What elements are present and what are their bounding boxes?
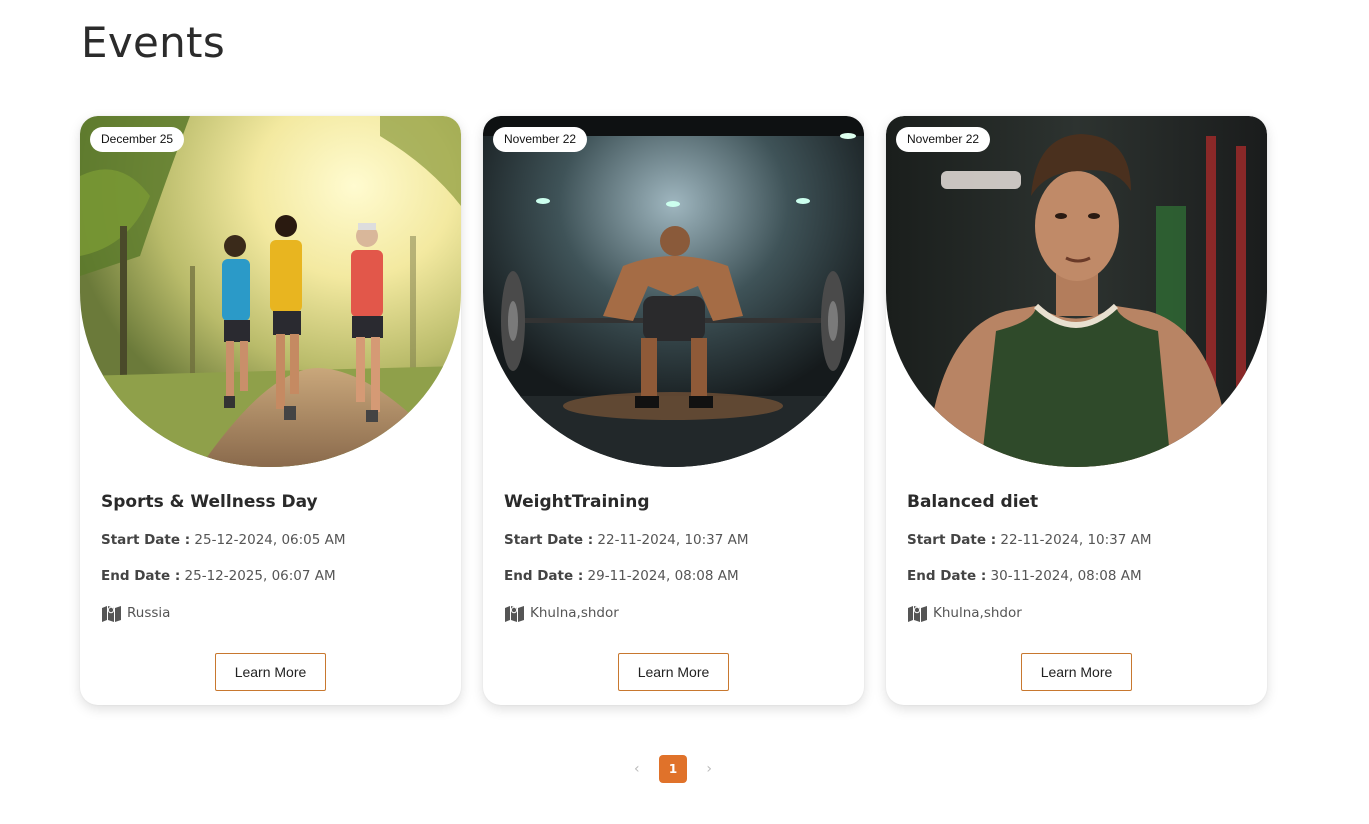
start-date-label: Start Date :	[101, 532, 191, 548]
event-start-date: Start Date : 22-11-2024, 10:37 AM	[504, 532, 749, 548]
event-title: Sports & Wellness Day	[101, 492, 318, 512]
page-1-button[interactable]: 1	[658, 755, 688, 783]
event-image-runners	[80, 116, 461, 467]
event-title: Balanced diet	[907, 492, 1039, 512]
event-card: November 22 WeightTraining Start Date : …	[483, 116, 864, 705]
event-card: November 22 Balanced diet Start Date : 2…	[886, 116, 1267, 705]
end-date-value: 30-11-2024, 08:08 AM	[986, 568, 1142, 584]
event-location: Russia	[101, 604, 170, 622]
map-location-icon	[102, 606, 121, 622]
event-date-badge: November 22	[493, 127, 588, 152]
event-location: Khulna,shdor	[504, 604, 619, 622]
learn-more-button[interactable]: Learn More	[215, 653, 326, 691]
previous-page-chevron-icon[interactable]: ‹	[628, 755, 646, 783]
location-text: Khulna,shdor	[530, 605, 619, 621]
event-title: WeightTraining	[504, 492, 650, 512]
end-date-label: End Date :	[504, 568, 584, 584]
location-text: Khulna,shdor	[933, 605, 1022, 621]
map-location-icon	[908, 606, 927, 622]
event-start-date: Start Date : 25-12-2024, 06:05 AM	[101, 532, 346, 548]
event-end-date: End Date : 29-11-2024, 08:08 AM	[504, 568, 739, 584]
start-date-value: 22-11-2024, 10:37 AM	[996, 532, 1152, 548]
event-image-portrait	[886, 116, 1267, 467]
event-start-date: Start Date : 22-11-2024, 10:37 AM	[907, 532, 1152, 548]
event-card: December 25 Sports & Wellness Day Start …	[80, 116, 461, 705]
event-end-date: End Date : 25-12-2025, 06:07 AM	[101, 568, 336, 584]
end-date-value: 25-12-2025, 06:07 AM	[180, 568, 336, 584]
pagination: ‹ 1 ›	[628, 755, 718, 783]
end-date-label: End Date :	[101, 568, 181, 584]
start-date-label: Start Date :	[907, 532, 997, 548]
start-date-value: 25-12-2024, 06:05 AM	[190, 532, 346, 548]
end-date-value: 29-11-2024, 08:08 AM	[583, 568, 739, 584]
events-grid: December 25 Sports & Wellness Day Start …	[80, 116, 1268, 706]
event-image-weightlifter	[483, 116, 864, 467]
event-end-date: End Date : 30-11-2024, 08:08 AM	[907, 568, 1142, 584]
start-date-label: Start Date :	[504, 532, 594, 548]
page-title: Events	[81, 18, 226, 67]
start-date-value: 22-11-2024, 10:37 AM	[593, 532, 749, 548]
location-text: Russia	[127, 605, 171, 621]
event-location: Khulna,shdor	[907, 604, 1022, 622]
map-location-icon	[505, 606, 524, 622]
end-date-label: End Date :	[907, 568, 987, 584]
event-date-badge: November 22	[896, 127, 991, 152]
next-page-chevron-icon[interactable]: ›	[700, 755, 718, 783]
event-date-badge: December 25	[90, 127, 185, 152]
learn-more-button[interactable]: Learn More	[618, 653, 729, 691]
learn-more-button[interactable]: Learn More	[1021, 653, 1132, 691]
